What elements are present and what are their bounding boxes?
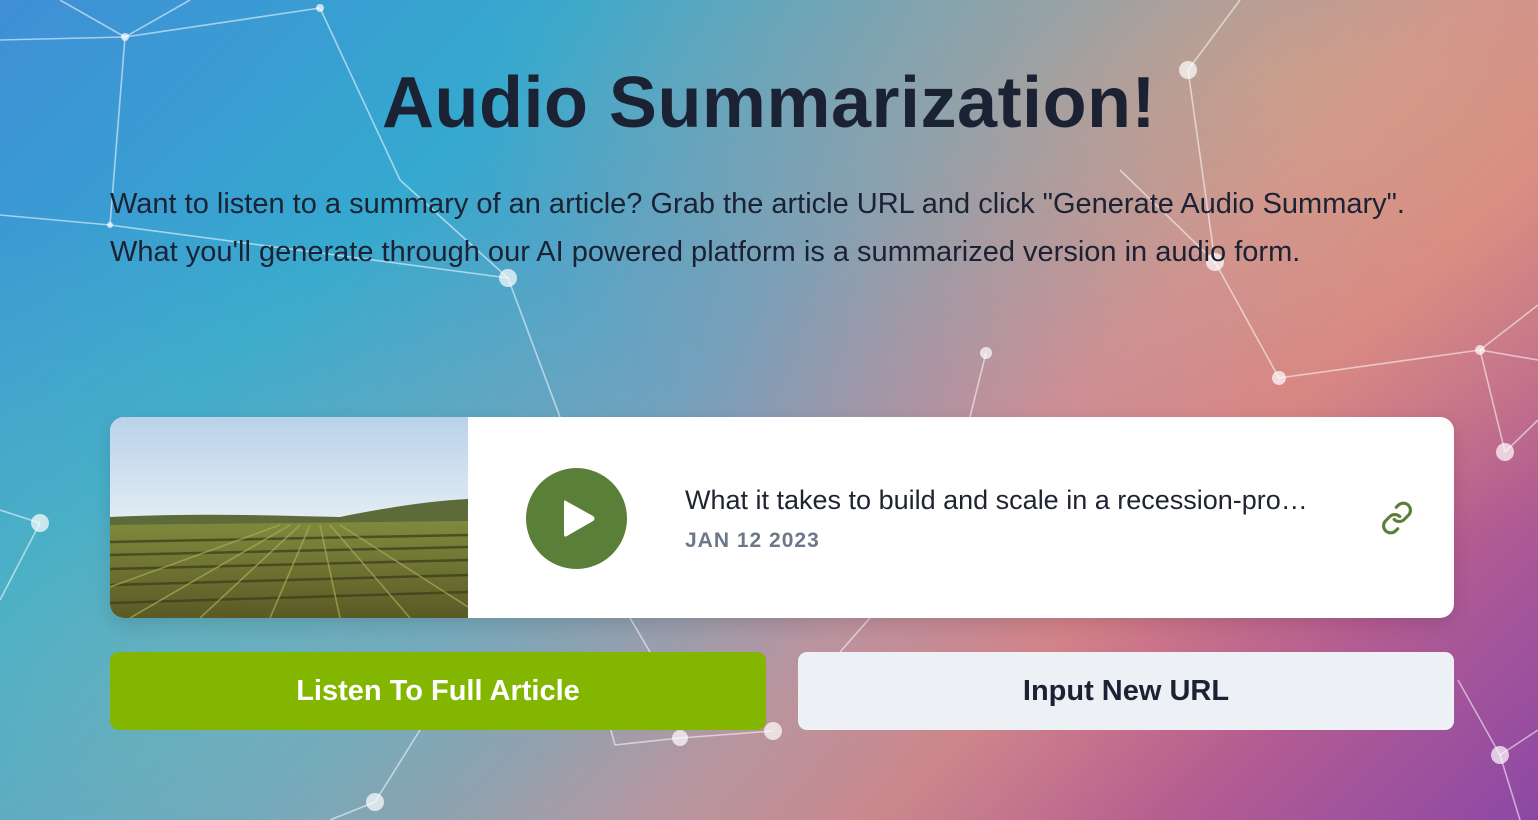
listen-full-article-button[interactable]: Listen To Full Article bbox=[110, 652, 766, 730]
input-new-url-button[interactable]: Input New URL bbox=[798, 652, 1454, 730]
article-card: What it takes to build and scale in a re… bbox=[110, 417, 1454, 618]
page-description: Want to listen to a summary of an articl… bbox=[110, 188, 1405, 268]
farm-field-image bbox=[110, 417, 468, 618]
play-icon bbox=[564, 500, 595, 537]
article-title: What it takes to build and scale in a re… bbox=[685, 485, 1308, 515]
link-icon[interactable] bbox=[1380, 501, 1414, 535]
play-button[interactable] bbox=[526, 468, 627, 569]
article-date: JAN 12 2023 bbox=[685, 529, 820, 552]
page-title: Audio Summarization! bbox=[381, 63, 1156, 143]
